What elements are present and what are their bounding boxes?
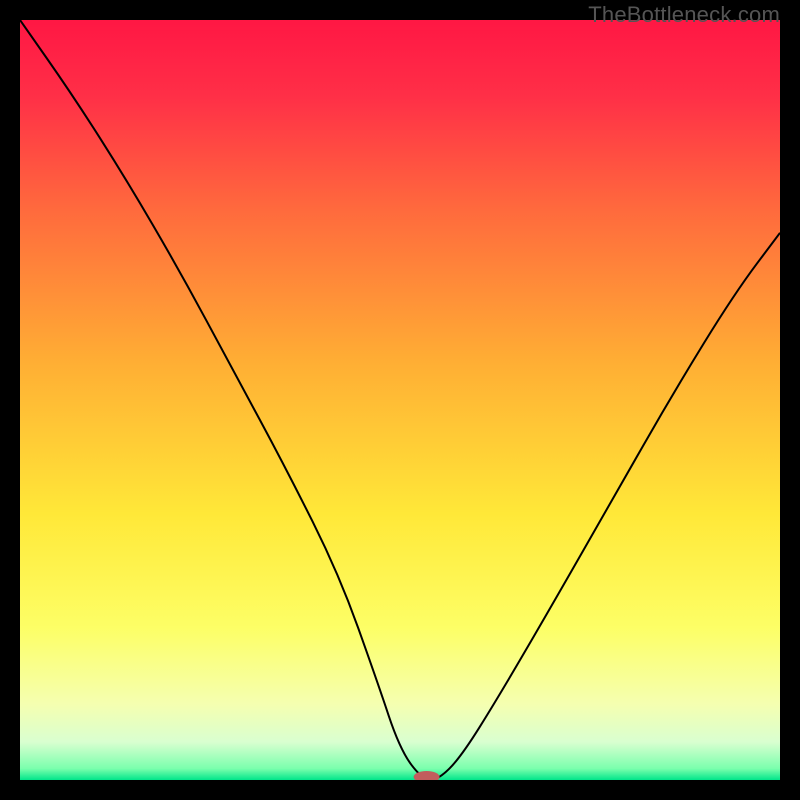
watermark-text: TheBottleneck.com: [588, 2, 780, 28]
bottleneck-chart: [20, 20, 780, 780]
gradient-background: [20, 20, 780, 780]
chart-container: TheBottleneck.com: [0, 0, 800, 800]
